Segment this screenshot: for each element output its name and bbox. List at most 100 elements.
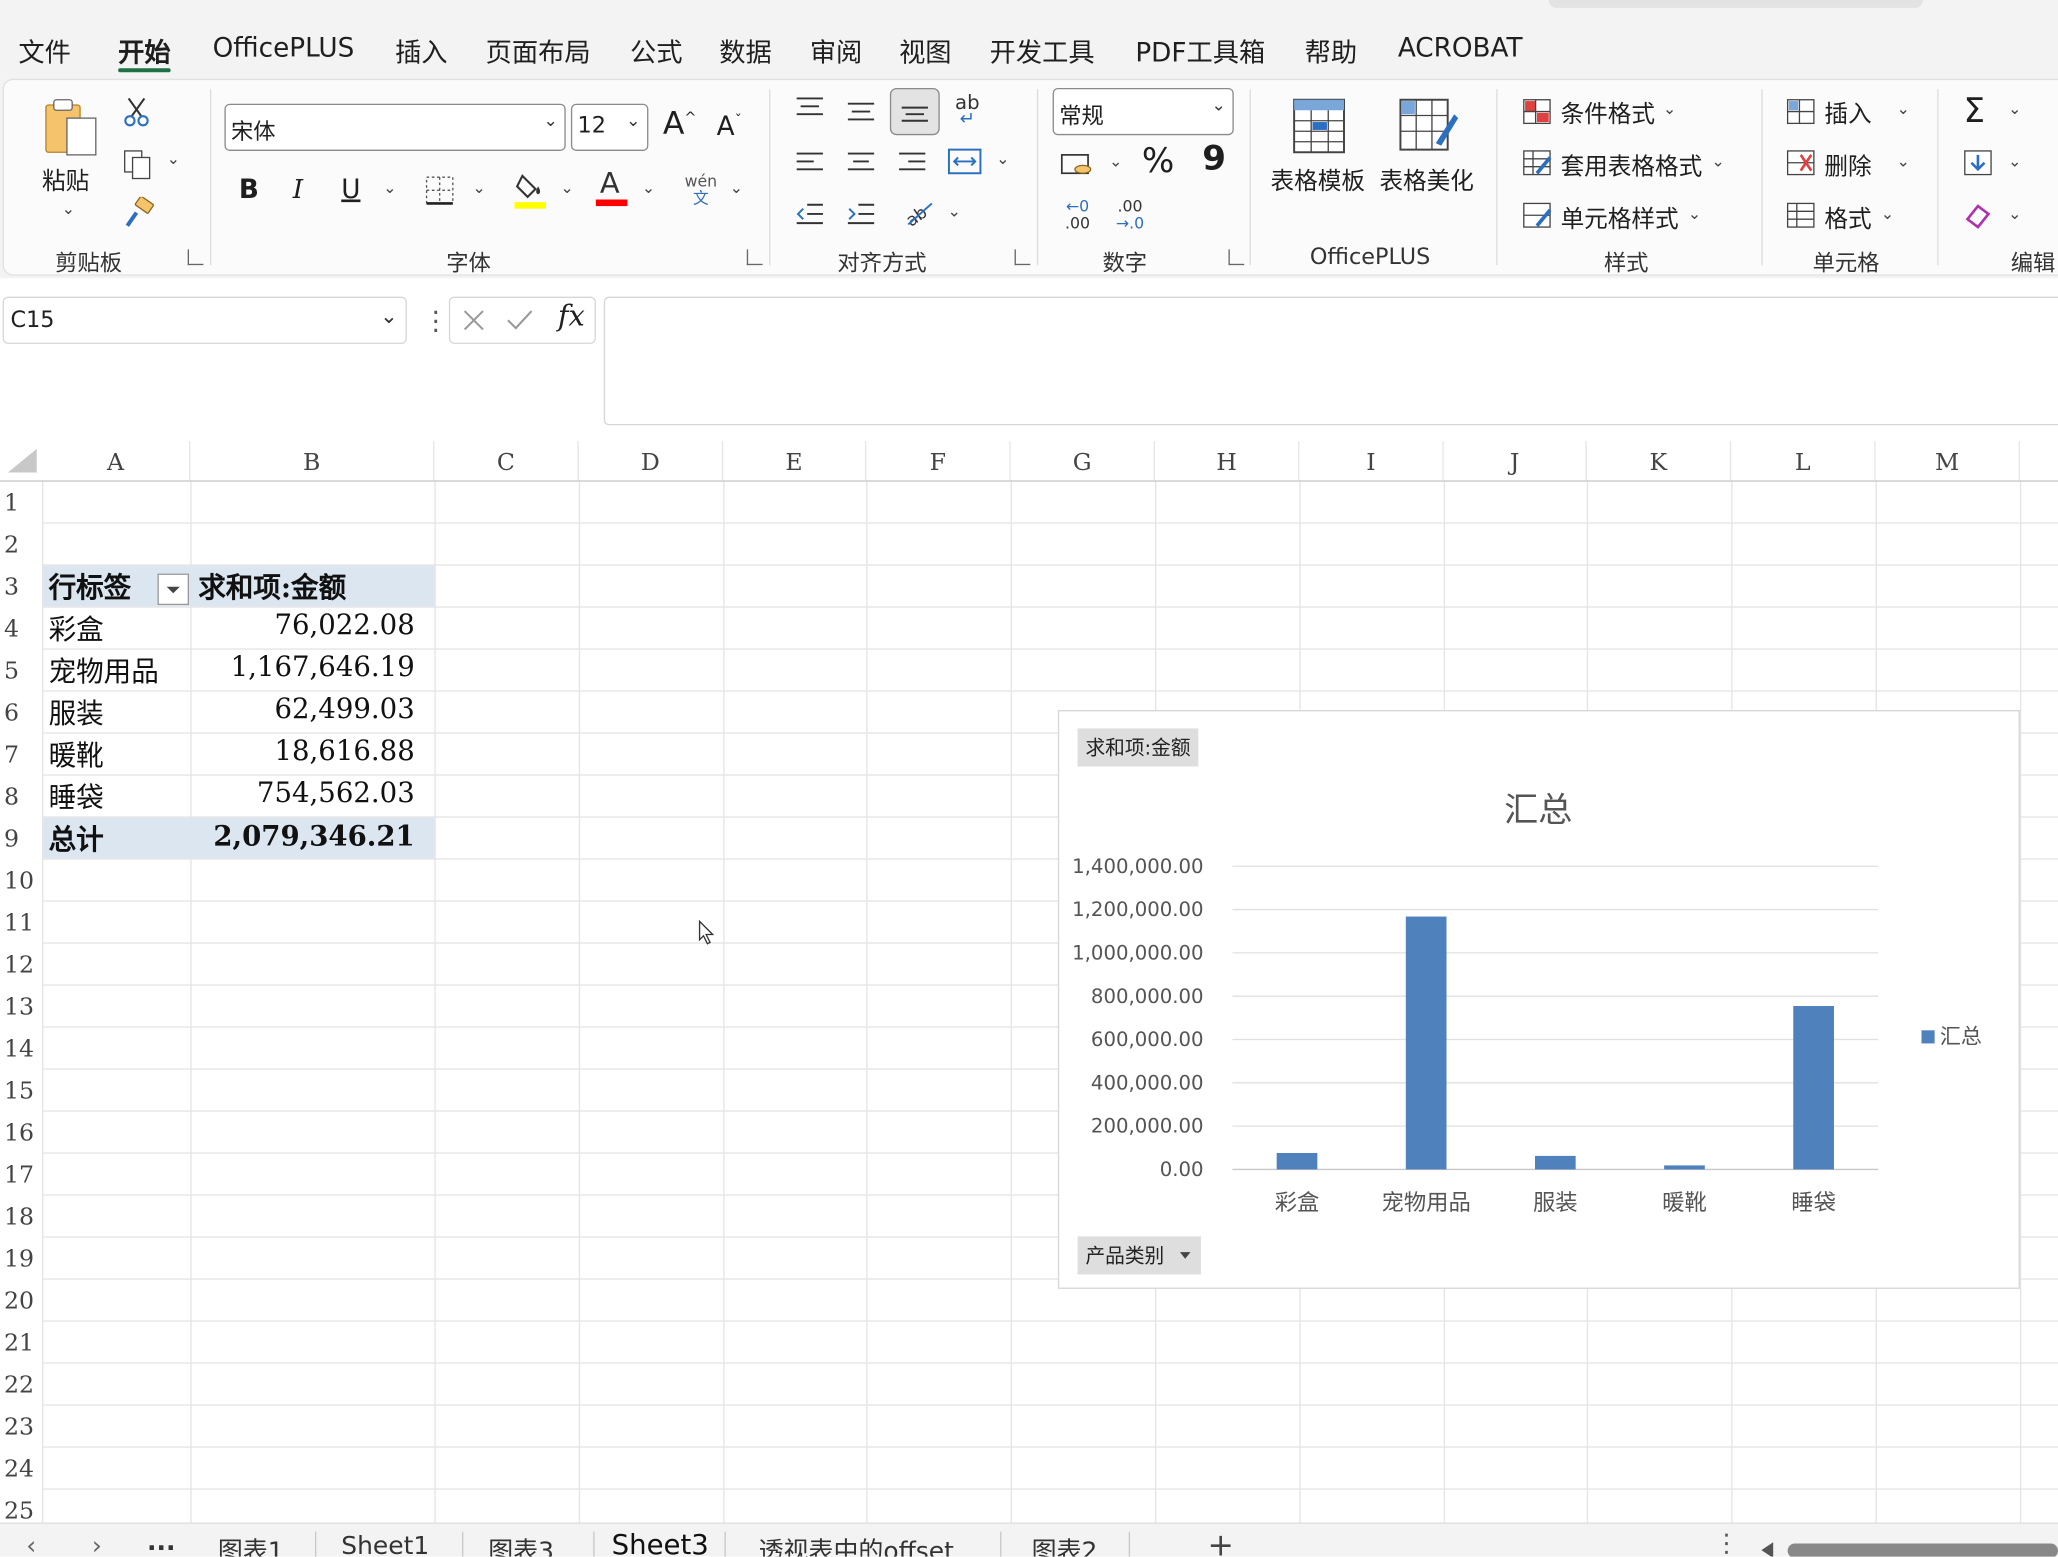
menu-item[interactable]: 开发工具 [990,32,1095,70]
increase-decimal-icon[interactable]: ←0.00 [1058,197,1097,234]
underline-chevron-icon[interactable]: ⌄ [383,179,396,197]
row-header[interactable]: 17 [0,1154,42,1196]
pivot-row-label[interactable]: 宠物用品 [49,651,159,690]
menu-item[interactable]: 视图 [899,32,952,70]
copy-icon[interactable] [118,147,157,181]
row-header[interactable]: 13 [0,986,42,1028]
autosum-button[interactable]: Σ [1964,92,1986,131]
sheet-tab[interactable]: Sheet3 [612,1529,709,1557]
column-header[interactable]: H [1155,441,1300,481]
conditional-format-icon[interactable] [1520,96,1554,128]
bar[interactable] [1793,1006,1834,1170]
column-header[interactable]: M [1876,441,2020,481]
row-header[interactable]: 12 [0,944,42,986]
align-middle-icon[interactable] [843,95,880,127]
sheet-tab[interactable]: 透视表中的offset [759,1532,954,1557]
pivot-row-value[interactable]: 62,499.03 [197,693,414,725]
shrink-font-button[interactable]: Aˇ [717,110,742,142]
number-launcher-icon[interactable] [1228,249,1245,266]
accounting-chevron-icon[interactable]: ⌄ [1109,152,1122,170]
insert-cells-icon[interactable] [1784,96,1818,128]
cell-styles-icon[interactable] [1520,200,1554,232]
pivot-row-value[interactable]: 18,616.88 [197,735,414,767]
align-left-icon[interactable] [791,147,828,179]
insert-chevron-icon[interactable]: ⌄ [1897,100,1910,118]
menu-item[interactable]: 帮助 [1305,32,1358,70]
fill-color-icon[interactable] [512,171,549,210]
align-bottom-icon[interactable] [889,87,940,136]
number-format-dropdown[interactable]: 常规 ⌄ [1052,87,1234,136]
fill-down-icon[interactable] [1961,147,1995,179]
column-header[interactable]: A [42,441,191,481]
column-header[interactable]: F [866,441,1011,481]
clipboard-launcher-icon[interactable] [187,249,204,266]
enter-icon[interactable] [505,307,534,333]
sheet-tab[interactable]: 图表1 [218,1532,284,1557]
phonetic-icon[interactable]: wén 文 [680,171,722,210]
delete-chevron-icon[interactable]: ⌄ [1897,152,1910,170]
legend-entry[interactable]: 汇总 [1940,1024,1982,1048]
border-icon[interactable] [423,173,457,207]
menu-item[interactable]: 数据 [719,32,772,70]
scroll-left-icon[interactable]: ‹ [26,1532,36,1557]
row-header[interactable]: 19 [0,1238,42,1280]
column-header[interactable]: B [190,441,435,481]
bar[interactable] [1664,1165,1705,1170]
bar[interactable] [1534,1155,1576,1170]
menu-item[interactable]: 插入 [395,32,448,70]
column-header[interactable]: C [434,441,579,481]
menu-item[interactable]: 公式 [630,32,683,70]
insert-cells-label[interactable]: 插入 [1824,96,1871,130]
pivot-row-label[interactable]: 服装 [49,693,104,732]
pivot-total-value[interactable]: 2,079,346.21 [197,819,414,852]
pivot-row-value[interactable]: 754,562.03 [197,777,415,809]
phonetic-chevron-icon[interactable]: ⌄ [730,179,743,197]
align-right-icon[interactable] [894,147,931,179]
name-box[interactable]: C15 ⌄ [2,296,407,344]
row-header[interactable]: 18 [0,1196,42,1238]
fill-chevron-icon[interactable]: ⌄ [2008,152,2021,170]
font-name-dropdown[interactable]: 宋体 ⌄ [224,103,566,151]
sheet-tab[interactable]: 图表3 [488,1532,554,1557]
select-all-icon[interactable] [5,446,39,475]
row-header[interactable]: 4 [0,608,42,650]
italic-button[interactable]: I [293,173,303,205]
format-cells-label[interactable]: 格式 [1824,201,1871,235]
cut-icon[interactable] [121,95,153,129]
menu-item[interactable]: 审阅 [810,32,863,70]
table-format-label[interactable]: 套用表格格式 [1561,148,1703,182]
horizontal-scrollbar-thumb[interactable] [1787,1543,2058,1557]
pivot-filter-button[interactable] [157,573,189,606]
align-center-icon[interactable] [843,147,880,179]
format-cells-icon[interactable] [1784,200,1818,232]
delete-cells-icon[interactable] [1784,147,1818,179]
bar[interactable] [1276,1152,1318,1170]
pivot-value-header[interactable]: 求和项:金额 [198,567,346,606]
font-size-dropdown[interactable]: 12 ⌄ [570,103,649,151]
row-header[interactable]: 23 [0,1406,42,1448]
table-template-label[interactable]: 表格模板 [1271,163,1366,197]
accounting-format-icon[interactable] [1058,147,1097,181]
format-painter-icon[interactable] [121,196,155,231]
column-header[interactable]: K [1587,441,1732,481]
menu-item[interactable]: OfficePLUS [213,32,355,64]
scroll-right-icon[interactable]: › [92,1532,102,1557]
conditional-format-label[interactable]: 条件格式 [1561,96,1656,130]
underline-button[interactable]: U [341,173,360,205]
row-header[interactable]: 1 [0,482,42,524]
pivot-row-label[interactable]: 睡袋 [49,777,104,816]
alignment-launcher-icon[interactable] [1014,249,1031,266]
sheet-tab[interactable]: 图表2 [1032,1532,1098,1557]
pivot-total-label[interactable]: 总计 [49,819,104,858]
column-header[interactable]: G [1011,441,1155,481]
row-header[interactable]: 21 [0,1322,42,1364]
cancel-icon[interactable] [461,307,487,333]
border-chevron-icon[interactable]: ⌄ [473,179,486,197]
format-chevron-icon[interactable]: ⌄ [1881,205,1894,223]
wrap-text-icon[interactable]: ab ↵ [948,92,987,131]
row-header[interactable]: 15 [0,1070,42,1112]
row-header[interactable]: 14 [0,1028,42,1070]
paste-chevron-icon[interactable]: ⌄ [62,200,75,218]
pivot-chart[interactable]: 求和项:金额 产品类别 汇总 0.00 200,000.00 400,000.00 60… [1057,710,2020,1289]
insert-function-icon[interactable]: fx [558,301,585,334]
